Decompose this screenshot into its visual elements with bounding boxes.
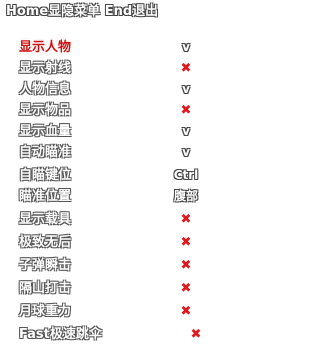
menu-item-label: 显示血量 xyxy=(19,124,72,139)
menu-item-label: 显示射线 xyxy=(19,61,72,76)
menu-item-label: 显示载具 xyxy=(19,212,72,227)
menu-item-label: 子弹瞬击 xyxy=(19,258,72,273)
menu-item-label: 自动瞄准 xyxy=(19,145,72,160)
cheat-menu: 显示人物 v 显示射线 ✖ 人物信息 v 显示物品 ✖ 显示血量 v 自动瞄准 … xyxy=(0,0,225,348)
toggle-value[interactable]: ✖ xyxy=(160,209,212,230)
menu-item-show-health[interactable]: 显示血量 v xyxy=(0,121,225,142)
toggle-value[interactable]: ✖ xyxy=(160,255,212,276)
menu-item-label: 人物信息 xyxy=(19,82,72,97)
toggle-value[interactable]: ✖ xyxy=(160,301,212,322)
toggle-value[interactable]: ✖ xyxy=(170,324,222,345)
toggle-value[interactable]: v xyxy=(160,121,212,142)
toggle-value[interactable]: v xyxy=(160,37,212,58)
toggle-value[interactable]: v xyxy=(160,142,212,163)
menu-item-auto-aim[interactable]: 自动瞄准 v xyxy=(0,142,225,163)
menu-item-label: 显示物品 xyxy=(19,103,72,118)
option-value[interactable]: Ctrl xyxy=(160,165,212,186)
menu-item-label: 显示人物 xyxy=(19,40,72,55)
toggle-value[interactable]: ✖ xyxy=(160,278,212,299)
toggle-value[interactable]: ✖ xyxy=(160,58,212,79)
menu-item-show-player[interactable]: 显示人物 v xyxy=(0,37,225,58)
menu-item-label: 隔山打击 xyxy=(19,281,72,296)
option-value[interactable]: 腹部 xyxy=(160,186,212,207)
menu-item-show-ray[interactable]: 显示射线 ✖ xyxy=(0,58,225,79)
menu-item-show-vehicles[interactable]: 显示载具 ✖ xyxy=(0,209,225,230)
menu-item-show-items[interactable]: 显示物品 ✖ xyxy=(0,100,225,121)
menu-item-player-info[interactable]: 人物信息 v xyxy=(0,79,225,100)
menu-item-label: 极致无后 xyxy=(19,235,72,250)
toggle-value[interactable]: v xyxy=(160,79,212,100)
menu-item-fast-parachute[interactable]: Fast极速跳伞 ✖ xyxy=(0,324,225,345)
toggle-value[interactable]: ✖ xyxy=(160,100,212,121)
menu-item-label: 自瞄键位 xyxy=(19,168,72,183)
toggle-value[interactable]: ✖ xyxy=(160,232,212,253)
menu-item-moon-gravity[interactable]: 月球重力 ✖ xyxy=(0,301,225,322)
menu-item-label: 瞄准位置 xyxy=(19,189,72,204)
menu-item-label: 月球重力 xyxy=(19,304,72,319)
menu-item-wall-shot[interactable]: 隔山打击 ✖ xyxy=(0,278,225,299)
menu-item-label: Fast极速跳伞 xyxy=(19,327,102,342)
menu-item-no-recoil[interactable]: 极致无后 ✖ xyxy=(0,232,225,253)
menu-item-aim-position[interactable]: 瞄准位置 腹部 xyxy=(0,186,225,207)
menu-item-instant-bullet[interactable]: 子弹瞬击 ✖ xyxy=(0,255,225,276)
menu-item-aim-key[interactable]: 自瞄键位 Ctrl xyxy=(0,165,225,186)
